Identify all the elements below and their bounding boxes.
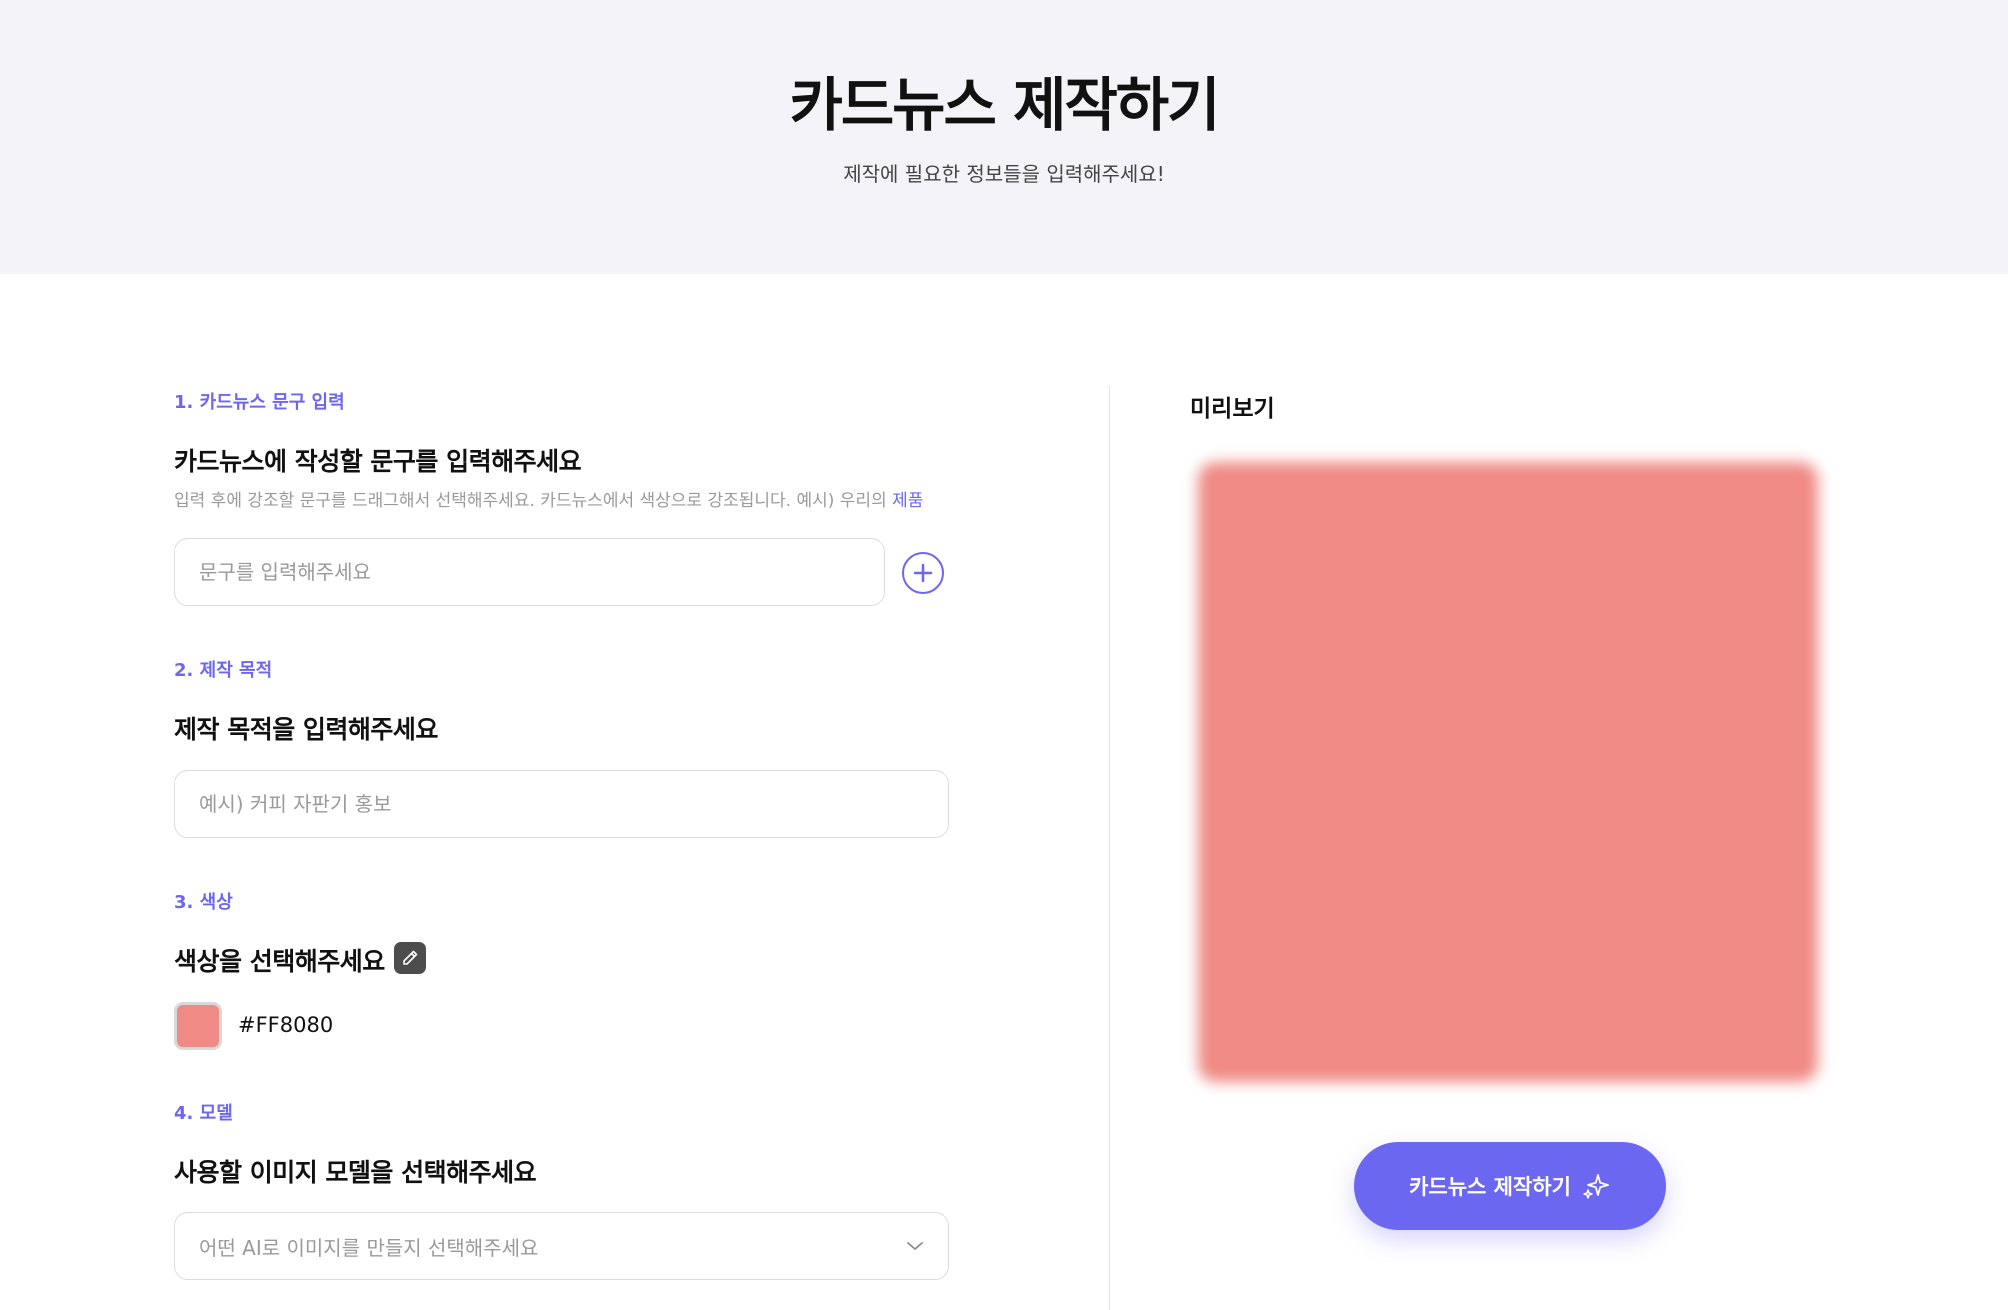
page-subtitle: 제작에 필요한 정보들을 입력해주세요!: [843, 162, 1165, 186]
plus-circle-icon: [913, 563, 933, 583]
section-2-heading: 제작 목적을 입력해주세요: [174, 715, 438, 744]
chevron-down-icon: [907, 1242, 923, 1250]
preview-title: 미리보기: [1190, 396, 1275, 422]
section-1-number: 1. 카드뉴스 문구 입력: [174, 392, 345, 413]
color-hex-value: #FF8080: [238, 1013, 334, 1037]
page-header: 카드뉴스 제작하기 제작에 필요한 정보들을 입력해주세요!: [0, 0, 2008, 274]
color-picker-button[interactable]: [394, 942, 426, 974]
helper-accent-word: 제품: [892, 491, 924, 511]
add-text-button[interactable]: [902, 552, 944, 594]
section-1-heading: 카드뉴스에 작성할 문구를 입력해주세요: [174, 447, 582, 476]
section-3-number: 3. 색상: [174, 892, 233, 913]
create-cardnews-button[interactable]: 카드뉴스 제작하기: [1354, 1142, 1666, 1230]
model-select-placeholder: 어떤 AI로 이미지를 만들지 선택해주세요: [199, 1235, 539, 1260]
create-button-label: 카드뉴스 제작하기: [1409, 1175, 1571, 1199]
model-select[interactable]: 어떤 AI로 이미지를 만들지 선택해주세요: [174, 1212, 949, 1280]
section-1-helper: 입력 후에 강조할 문구를 드래그해서 선택해주세요. 카드뉴스에서 색상으로 …: [174, 486, 923, 511]
page-title: 카드뉴스 제작하기: [789, 71, 1220, 139]
section-4-heading: 사용할 이미지 모델을 선택해주세요: [174, 1158, 537, 1187]
preview-card: [1198, 462, 1818, 1082]
section-3-heading: 색상을 선택해주세요: [174, 947, 385, 976]
column-divider: [1109, 386, 1110, 1310]
section-4-number: 4. 모델: [174, 1103, 233, 1124]
card-text-input[interactable]: [174, 538, 885, 606]
color-swatch[interactable]: [174, 1002, 222, 1050]
purpose-input[interactable]: [174, 770, 949, 838]
section-2-number: 2. 제작 목적: [174, 660, 273, 681]
helper-text: 입력 후에 강조할 문구를 드래그해서 선택해주세요. 카드뉴스에서 색상으로 …: [174, 491, 887, 511]
sparkles-icon: [1583, 1174, 1609, 1199]
eyedropper-icon: [403, 950, 418, 965]
